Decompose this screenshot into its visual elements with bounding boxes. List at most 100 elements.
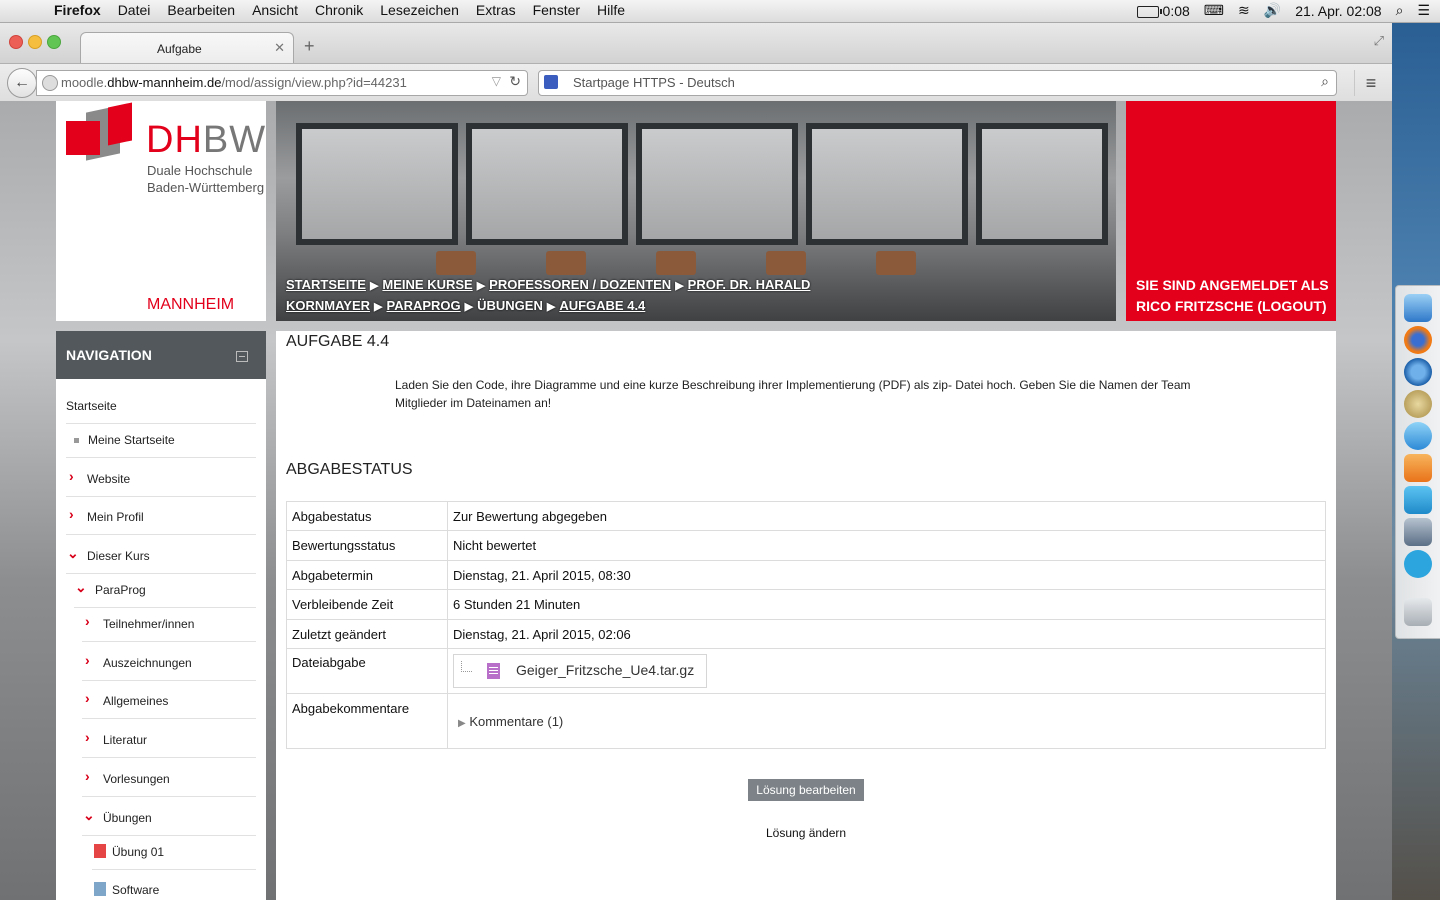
breadcrumb-meine-kurse[interactable]: Meine Kurse bbox=[382, 277, 472, 292]
breadcrumb-separator-icon: ▶ bbox=[476, 280, 486, 292]
firefox-icon[interactable] bbox=[1404, 326, 1432, 354]
status-value: Dienstag, 21. April 2015, 02:06 bbox=[447, 619, 1326, 649]
menu-extras[interactable]: Extras bbox=[476, 2, 516, 18]
status-key: Bewertungsstatus bbox=[286, 530, 448, 561]
breadcrumb: Startseite ▶ Meine Kurse ▶ Professoren / Doz… bbox=[286, 275, 1106, 317]
breadcrumb-paraprog[interactable]: ParaProg bbox=[387, 298, 461, 313]
nav-item-meine-startseite[interactable]: Meine Startseite bbox=[66, 423, 256, 458]
trash-icon[interactable] bbox=[1404, 598, 1432, 626]
logo-mark-red bbox=[66, 121, 100, 155]
spotlight-icon[interactable]: ⌕ bbox=[1396, 2, 1404, 19]
login-info-link[interactable]: SIE SIND ANGEMELDET ALS RICO FRITZSCHE (… bbox=[1136, 275, 1331, 317]
keyboard-icon[interactable]: ⌨ bbox=[1204, 2, 1224, 19]
messages-icon[interactable] bbox=[1404, 422, 1432, 450]
url-history-dropdown-icon[interactable]: ▽ bbox=[492, 74, 501, 88]
submission-status-table: Abgabestatus Zur Bewertung abgegeben Bew… bbox=[286, 501, 1326, 749]
zoom-window-button[interactable] bbox=[47, 35, 61, 49]
banner-chair bbox=[546, 251, 586, 275]
back-button[interactable]: ← bbox=[7, 68, 37, 98]
close-tab-icon[interactable]: ✕ bbox=[274, 40, 285, 56]
new-tab-icon[interactable]: + bbox=[304, 36, 315, 57]
clock[interactable]: 21. Apr. 02:08 bbox=[1295, 3, 1381, 19]
nav-item-teilnehmer[interactable]: › Teilnehmer/innen bbox=[82, 607, 256, 642]
menu-fenster[interactable]: Fenster bbox=[533, 2, 580, 18]
collapse-block-icon[interactable] bbox=[236, 351, 248, 362]
nav-item-software[interactable]: Software bbox=[92, 873, 256, 900]
tab-aufgabe[interactable]: Aufgabe ✕ bbox=[80, 32, 294, 64]
menu-bearbeiten[interactable]: Bearbeiten bbox=[167, 2, 235, 18]
fullscreen-icon[interactable]: ⤢ bbox=[1374, 33, 1384, 49]
chevron-down-icon: ⌄ bbox=[83, 807, 95, 823]
breadcrumb-separator-icon: ▶ bbox=[369, 280, 379, 292]
logo-subtitle-1: Duale Hochschule bbox=[147, 163, 253, 178]
orange-app-icon[interactable] bbox=[1404, 454, 1432, 482]
reload-icon[interactable]: ↻ bbox=[509, 73, 521, 90]
menu-datei[interactable]: Datei bbox=[118, 2, 151, 18]
firefox-window: Aufgabe ✕ + ⤢ ← moodle.dhbw-mannheim.de/… bbox=[0, 23, 1392, 900]
page-title: AUFGABE 4.4 bbox=[286, 333, 390, 350]
volume-icon[interactable]: 🔊 bbox=[1264, 2, 1281, 19]
banner-window bbox=[806, 123, 968, 245]
breadcrumb-startseite[interactable]: Startseite bbox=[286, 277, 366, 292]
breadcrumb-aufgabe[interactable]: Aufgabe 4.4 bbox=[559, 298, 645, 313]
nav-item-paraprog[interactable]: ⌄ ParaProg bbox=[74, 573, 256, 608]
comments-toggle[interactable]: ▶ Kommentare (1) bbox=[458, 714, 563, 729]
dhbw-logo[interactable]: DHBW Duale Hochschule Baden-Württemberg … bbox=[56, 101, 266, 321]
edit-submission-button[interactable]: Lösung bearbeiten bbox=[748, 779, 864, 801]
search-bar[interactable]: Startpage HTTPS - Deutsch ⌕ bbox=[538, 70, 1337, 96]
nav-item-vorlesungen[interactable]: › Vorlesungen bbox=[82, 762, 256, 797]
nav-item-auszeichnungen[interactable]: › Auszeichnungen bbox=[82, 646, 256, 681]
table-row: Verbleibende Zeit 6 Stunden 21 Minuten bbox=[286, 589, 1326, 620]
menu-ansicht[interactable]: Ansicht bbox=[252, 2, 298, 18]
header-banner-image: Startseite ▶ Meine Kurse ▶ Professoren / Doz… bbox=[276, 101, 1116, 321]
submitted-file[interactable]: Geiger_Fritzsche_Ue4.tar.gz bbox=[453, 654, 707, 688]
nav-item-allgemeines[interactable]: › Allgemeines bbox=[82, 684, 256, 719]
nav-item-mein-profil[interactable]: › Mein Profil bbox=[66, 500, 256, 535]
minimize-window-button[interactable] bbox=[28, 35, 42, 49]
login-info-box: SIE SIND ANGEMELDET ALS RICO FRITZSCHE (… bbox=[1126, 101, 1336, 321]
nav-item-dieser-kurs[interactable]: ⌄ Dieser Kurs bbox=[66, 539, 256, 574]
menu-chronik[interactable]: Chronik bbox=[315, 2, 363, 18]
banner-chair bbox=[766, 251, 806, 275]
menu-app-firefox[interactable]: Firefox bbox=[54, 2, 101, 18]
breadcrumb-uebungen: Übungen bbox=[477, 298, 543, 313]
url-text: moodle.dhbw-mannheim.de/mod/assign/view.… bbox=[61, 75, 407, 90]
globe-icon bbox=[42, 75, 58, 91]
chevron-down-icon: ⌄ bbox=[75, 579, 87, 595]
nav-item-startseite[interactable]: Startseite bbox=[66, 389, 256, 424]
table-row: Abgabetermin Dienstag, 21. April 2015, 0… bbox=[286, 560, 1326, 590]
table-row: Bewertungsstatus Nicht bewertet bbox=[286, 530, 1326, 561]
breadcrumb-professoren[interactable]: Professoren / Dozenten bbox=[489, 277, 671, 292]
url-bar[interactable]: moodle.dhbw-mannheim.de/mod/assign/view.… bbox=[36, 70, 528, 96]
assignment-description: Laden Sie den Code, ihre Diagramme und e… bbox=[395, 378, 1191, 410]
breadcrumb-separator-icon: ▶ bbox=[374, 301, 383, 313]
close-window-button[interactable] bbox=[9, 35, 23, 49]
status-value: 6 Stunden 21 Minuten bbox=[447, 589, 1326, 620]
nav-item-uebungen[interactable]: ⌄ Übungen bbox=[82, 801, 256, 836]
hamburger-menu-icon[interactable]: ≡ bbox=[1354, 70, 1387, 96]
mac-menubar: Firefox Datei Bearbeiten Ansicht Chronik… bbox=[0, 0, 1440, 23]
menu-lesezeichen[interactable]: Lesezeichen bbox=[380, 2, 459, 18]
telegram-icon[interactable] bbox=[1404, 550, 1432, 578]
search-engine-icon[interactable] bbox=[544, 75, 558, 89]
chevron-right-icon: › bbox=[69, 506, 74, 522]
finder-icon[interactable] bbox=[1404, 294, 1432, 322]
nav-item-website[interactable]: › Website bbox=[66, 462, 256, 497]
wifi-icon[interactable]: ≋ bbox=[1238, 2, 1250, 19]
nav-item-literatur[interactable]: › Literatur bbox=[82, 723, 256, 758]
menu-hilfe[interactable]: Hilfe bbox=[597, 2, 625, 18]
breadcrumb-separator-icon: ▶ bbox=[464, 301, 474, 313]
status-key: Zuletzt geändert bbox=[286, 619, 448, 649]
banner-chair bbox=[656, 251, 696, 275]
notification-center-icon[interactable]: ☰ bbox=[1417, 2, 1430, 19]
coin-app-icon[interactable] bbox=[1404, 390, 1432, 418]
webstorm-icon[interactable] bbox=[1404, 486, 1432, 514]
dock bbox=[1395, 285, 1440, 639]
search-icon[interactable]: ⌕ bbox=[1321, 73, 1329, 90]
virtualbox-icon[interactable] bbox=[1404, 518, 1432, 546]
submitted-file-link[interactable]: Geiger_Fritzsche_Ue4.tar.gz bbox=[516, 662, 694, 678]
navigation-block-header: NAVIGATION bbox=[56, 331, 266, 379]
battery-status[interactable]: 0:08 bbox=[1136, 3, 1190, 19]
thunderbird-icon[interactable] bbox=[1404, 358, 1432, 386]
nav-item-uebung-01[interactable]: Übung 01 bbox=[92, 835, 256, 870]
